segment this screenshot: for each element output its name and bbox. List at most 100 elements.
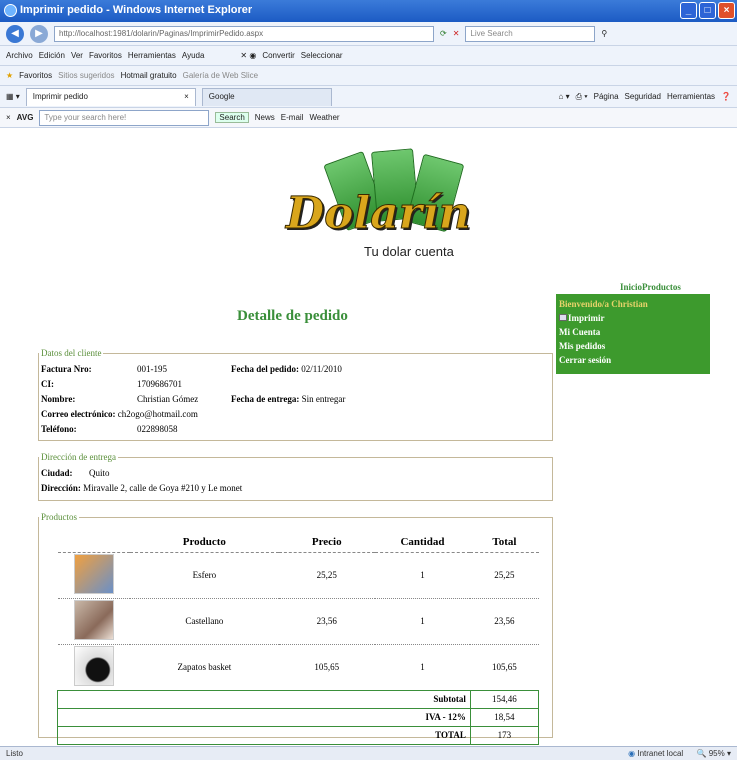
tool-herramientas[interactable]: Herramientas bbox=[667, 92, 715, 101]
avg-search-input[interactable]: Type your search here! bbox=[39, 109, 210, 126]
product-name: Esfero bbox=[129, 552, 279, 599]
fecha-pedido-value: 02/11/2010 bbox=[301, 364, 342, 374]
tool-pagina[interactable]: Página bbox=[594, 92, 619, 101]
zoom-icon[interactable]: 🔍 bbox=[697, 749, 707, 758]
menu-archivo[interactable]: Archivo bbox=[6, 51, 33, 60]
menu-ver[interactable]: Ver bbox=[71, 51, 83, 60]
close-window-button[interactable]: × bbox=[718, 2, 735, 19]
tab-list-icon[interactable]: ▦ ▾ bbox=[6, 92, 20, 101]
tabs-bar: ▦ ▾ Imprimir pedido × Google ⌂ ▾ ⎙ ▾ Pági… bbox=[0, 86, 737, 108]
menu-ayuda[interactable]: Ayuda bbox=[182, 51, 205, 60]
fav-hotmail[interactable]: Hotmail gratuito bbox=[121, 71, 177, 80]
fav-galeria[interactable]: Galería de Web Slice bbox=[183, 71, 258, 80]
avg-toolbar: × AVG Type your search here! Search News… bbox=[0, 108, 737, 128]
product-total: 105,65 bbox=[470, 644, 539, 691]
tool-seguridad[interactable]: Seguridad bbox=[625, 92, 661, 101]
iva-label: IVA - 12% bbox=[374, 707, 471, 727]
search-icon[interactable]: ⚲ bbox=[601, 29, 607, 38]
menu-herramientas[interactable]: Herramientas bbox=[128, 51, 176, 60]
col-cantidad: Cantidad bbox=[374, 532, 471, 553]
status-bar: Listo ◉ Intranet local 🔍 95% ▾ bbox=[0, 746, 737, 760]
nav-inicio[interactable]: Inicio bbox=[620, 282, 642, 292]
weather-button[interactable]: Weather bbox=[309, 113, 339, 122]
ciudad-value: Quito bbox=[89, 468, 110, 478]
menu-bar: Archivo Edición Ver Favoritos Herramient… bbox=[0, 46, 737, 66]
live-search-input[interactable]: Live Search bbox=[465, 25, 596, 42]
window-title-bar: Imprimir pedido - Windows Internet Explo… bbox=[0, 0, 737, 22]
tab-google[interactable]: Google bbox=[201, 87, 332, 106]
table-row: Zapatos basket 105,65 1 105,65 bbox=[57, 644, 539, 691]
product-price: 105,65 bbox=[278, 644, 375, 691]
total-label: TOTAL bbox=[374, 725, 471, 745]
logo-brand: Dolarín bbox=[286, 188, 472, 240]
dolarin-logo: Dolarín Tu dolar cuenta bbox=[284, 148, 474, 268]
correo-label: Correo electrónico: bbox=[41, 409, 116, 419]
stop-icon[interactable]: ✕ bbox=[453, 29, 460, 38]
tab-close-icon[interactable]: × bbox=[184, 92, 189, 103]
close-toolbar-icon[interactable]: × bbox=[6, 113, 11, 122]
forward-button[interactable]: ▶ bbox=[30, 24, 48, 43]
sidebar-label: Imprimir bbox=[568, 313, 605, 323]
zone-text: Intranet local bbox=[637, 749, 684, 758]
product-total: 25,25 bbox=[470, 552, 539, 599]
product-image-zapatos bbox=[73, 646, 114, 686]
favorites-star-icon: ★ bbox=[6, 71, 14, 80]
delivery-address-fieldset: Dirección de entrega Ciudad: Quito Direc… bbox=[38, 452, 553, 501]
fecha-entrega-value: Sin entregar bbox=[301, 394, 346, 404]
convertir-button[interactable]: Convertir bbox=[262, 51, 294, 60]
client-data-legend: Datos del cliente bbox=[41, 348, 102, 358]
avg-search-placeholder: Type your search here! bbox=[44, 112, 127, 122]
top-nav: InicioProductos bbox=[620, 282, 681, 292]
logo-slogan: Tu dolar cuenta bbox=[364, 244, 454, 259]
news-button[interactable]: News bbox=[255, 113, 275, 122]
sidebar-item-mis-pedidos[interactable]: Mis pedidos bbox=[559, 339, 707, 353]
zoom-level[interactable]: 95% bbox=[709, 749, 725, 758]
favorites-bar: ★ Favoritos Sitios sugeridos Hotmail gra… bbox=[0, 66, 737, 86]
sidebar-item-cerrar-sesion[interactable]: Cerrar sesión bbox=[559, 353, 707, 367]
minimize-button[interactable]: _ bbox=[680, 2, 697, 19]
product-price: 23,56 bbox=[278, 598, 375, 645]
telefono-value: 022898058 bbox=[137, 424, 178, 434]
total-row: TOTAL 173 bbox=[56, 725, 540, 745]
fav-sitios-sugeridos[interactable]: Sitios sugeridos bbox=[58, 71, 114, 80]
product-name: Zapatos basket bbox=[129, 644, 279, 691]
menu-edicion[interactable]: Edición bbox=[39, 51, 65, 60]
help-icon[interactable]: ❓ bbox=[721, 92, 731, 101]
avg-search-button[interactable]: Search bbox=[215, 112, 249, 123]
product-total: 23,56 bbox=[470, 598, 539, 645]
tab-imprimir-pedido[interactable]: Imprimir pedido × bbox=[25, 87, 196, 106]
products-table: Producto Precio Cantidad Total Esfero 25… bbox=[56, 532, 540, 745]
print-icon[interactable]: ⎙ ▾ bbox=[576, 92, 588, 102]
nombre-value: Christian Gómez bbox=[137, 394, 199, 404]
seleccionar-button[interactable]: Seleccionar bbox=[301, 51, 343, 60]
live-search-placeholder: Live Search bbox=[470, 28, 513, 38]
refresh-icon[interactable]: ⟳ bbox=[440, 29, 447, 38]
col-total: Total bbox=[470, 532, 539, 553]
direccion-value: Miravalle 2, calle de Goya #210 y Le mon… bbox=[83, 483, 243, 493]
sidebar-item-imprimir[interactable]: Imprimir bbox=[559, 311, 707, 325]
products-legend: Productos bbox=[41, 512, 77, 522]
sidebar: Bienvenido/a Christian Imprimir Mi Cuent… bbox=[556, 294, 710, 374]
product-qty: 1 bbox=[374, 552, 471, 599]
welcome-text: Bienvenido/a Christian bbox=[559, 299, 648, 309]
image-column-header bbox=[57, 532, 130, 553]
product-image-esfero bbox=[73, 554, 114, 594]
sidebar-item-mi-cuenta[interactable]: Mi Cuenta bbox=[559, 325, 707, 339]
nav-productos[interactable]: Productos bbox=[642, 282, 681, 292]
product-image-castellano bbox=[73, 600, 114, 640]
correo-value: ch2ogo@hotmail.com bbox=[117, 409, 198, 419]
url-input[interactable]: http://localhost:1981/dolarin/Paginas/Im… bbox=[54, 25, 434, 42]
col-precio: Precio bbox=[278, 532, 375, 553]
convert-icon[interactable]: ✕ ◉ bbox=[240, 51, 256, 60]
back-button[interactable]: ◀ bbox=[6, 24, 24, 43]
email-button[interactable]: E-mail bbox=[281, 113, 304, 122]
favorites-button[interactable]: Favoritos bbox=[19, 71, 52, 80]
product-price: 25,25 bbox=[278, 552, 375, 599]
maximize-button[interactable]: □ bbox=[699, 2, 716, 19]
home-icon[interactable]: ⌂ ▾ bbox=[559, 92, 570, 101]
factura-value: 001-195 bbox=[137, 364, 167, 374]
fecha-entrega-label: Fecha de entrega: bbox=[231, 394, 300, 404]
avg-logo: AVG bbox=[16, 113, 34, 122]
ciudad-label: Ciudad: bbox=[41, 468, 73, 478]
menu-favoritos[interactable]: Favoritos bbox=[89, 51, 122, 60]
